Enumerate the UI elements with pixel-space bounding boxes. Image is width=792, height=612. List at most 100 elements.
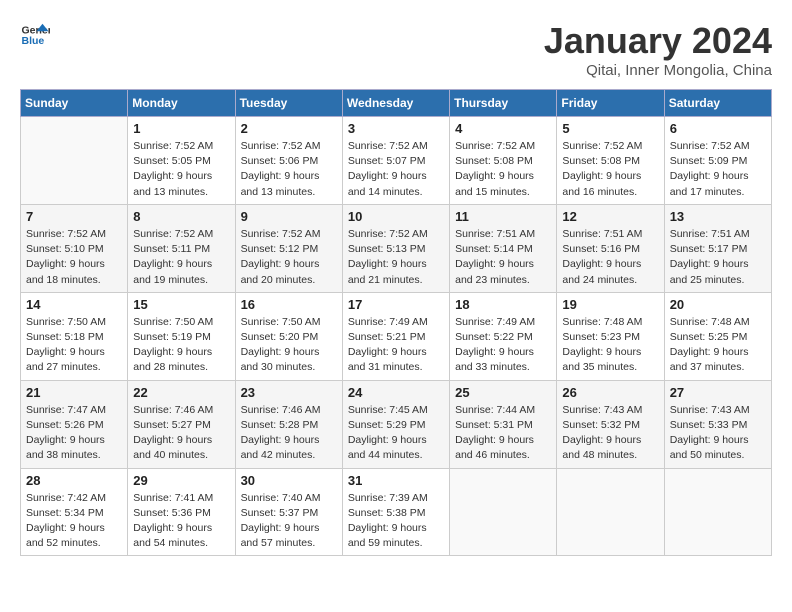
day-info: Sunrise: 7:52 AMSunset: 5:10 PMDaylight:… xyxy=(26,227,122,288)
day-number: 12 xyxy=(562,209,658,224)
calendar-cell xyxy=(450,468,557,556)
day-number: 26 xyxy=(562,385,658,400)
day-info: Sunrise: 7:50 AMSunset: 5:19 PMDaylight:… xyxy=(133,315,229,376)
day-info: Sunrise: 7:50 AMSunset: 5:18 PMDaylight:… xyxy=(26,315,122,376)
calendar-cell: 30 Sunrise: 7:40 AMSunset: 5:37 PMDayligh… xyxy=(235,468,342,556)
month-title: January 2024 xyxy=(544,20,772,62)
day-number: 4 xyxy=(455,121,551,136)
day-header-friday: Friday xyxy=(557,90,664,117)
day-header-sunday: Sunday xyxy=(21,90,128,117)
week-row-5: 28 Sunrise: 7:42 AMSunset: 5:34 PMDayligh… xyxy=(21,468,772,556)
day-info: Sunrise: 7:46 AMSunset: 5:28 PMDaylight:… xyxy=(241,403,337,464)
day-number: 20 xyxy=(670,297,766,312)
day-number: 3 xyxy=(348,121,444,136)
day-number: 2 xyxy=(241,121,337,136)
calendar-header-row: SundayMondayTuesdayWednesdayThursdayFrid… xyxy=(21,90,772,117)
calendar-cell: 18 Sunrise: 7:49 AMSunset: 5:22 PMDayligh… xyxy=(450,292,557,380)
day-number: 8 xyxy=(133,209,229,224)
day-number: 28 xyxy=(26,473,122,488)
week-row-4: 21Sunrise: 7:47 AMSunset: 5:26 PMDayligh… xyxy=(21,380,772,468)
day-info: Sunrise: 7:52 AMSunset: 5:07 PMDaylight:… xyxy=(348,139,444,200)
day-number: 14 xyxy=(26,297,122,312)
day-number: 18 xyxy=(455,297,551,312)
day-number: 30 xyxy=(241,473,337,488)
calendar-cell: 24Sunrise: 7:45 AMSunset: 5:29 PMDayligh… xyxy=(342,380,449,468)
calendar-cell: 4Sunrise: 7:52 AMSunset: 5:08 PMDaylight… xyxy=(450,117,557,205)
day-info: Sunrise: 7:45 AMSunset: 5:29 PMDaylight:… xyxy=(348,403,444,464)
day-info: Sunrise: 7:39 AMSunset: 5:38 PMDaylight:… xyxy=(348,491,444,552)
day-number: 16 xyxy=(241,297,337,312)
header: General Blue January 2024 Qitai, Inner M… xyxy=(20,20,772,79)
calendar-cell: 3 Sunrise: 7:52 AMSunset: 5:07 PMDaylight… xyxy=(342,117,449,205)
calendar-cell: 12 Sunrise: 7:51 AMSunset: 5:16 PMDayligh… xyxy=(557,204,664,292)
day-info: Sunrise: 7:50 AMSunset: 5:20 PMDaylight:… xyxy=(241,315,337,376)
day-info: Sunrise: 7:42 AMSunset: 5:34 PMDaylight:… xyxy=(26,491,122,552)
calendar-cell: 7Sunrise: 7:52 AMSunset: 5:10 PMDaylight… xyxy=(21,204,128,292)
calendar-cell: 2Sunrise: 7:52 AMSunset: 5:06 PMDaylight… xyxy=(235,117,342,205)
week-row-2: 7Sunrise: 7:52 AMSunset: 5:10 PMDaylight… xyxy=(21,204,772,292)
calendar-cell xyxy=(557,468,664,556)
day-number: 1 xyxy=(133,121,229,136)
calendar-cell: 20Sunrise: 7:48 AMSunset: 5:25 PMDayligh… xyxy=(664,292,771,380)
calendar-cell: 6 Sunrise: 7:52 AMSunset: 5:09 PMDaylight… xyxy=(664,117,771,205)
day-number: 19 xyxy=(562,297,658,312)
calendar-cell: 9 Sunrise: 7:52 AMSunset: 5:12 PMDaylight… xyxy=(235,204,342,292)
calendar-cell: 22 Sunrise: 7:46 AMSunset: 5:27 PMDayligh… xyxy=(128,380,235,468)
day-number: 11 xyxy=(455,209,551,224)
calendar-cell: 26 Sunrise: 7:43 AMSunset: 5:32 PMDayligh… xyxy=(557,380,664,468)
day-number: 5 xyxy=(562,121,658,136)
day-header-thursday: Thursday xyxy=(450,90,557,117)
day-info: Sunrise: 7:43 AMSunset: 5:32 PMDaylight:… xyxy=(562,403,658,464)
day-number: 27 xyxy=(670,385,766,400)
calendar-cell: 17Sunrise: 7:49 AMSunset: 5:21 PMDayligh… xyxy=(342,292,449,380)
calendar-cell: 16 Sunrise: 7:50 AMSunset: 5:20 PMDayligh… xyxy=(235,292,342,380)
calendar-cell: 28 Sunrise: 7:42 AMSunset: 5:34 PMDayligh… xyxy=(21,468,128,556)
title-area: January 2024 Qitai, Inner Mongolia, Chin… xyxy=(544,20,772,79)
day-info: Sunrise: 7:51 AMSunset: 5:16 PMDaylight:… xyxy=(562,227,658,288)
day-number: 25 xyxy=(455,385,551,400)
calendar-cell xyxy=(21,117,128,205)
day-info: Sunrise: 7:41 AMSunset: 5:36 PMDaylight:… xyxy=(133,491,229,552)
day-header-wednesday: Wednesday xyxy=(342,90,449,117)
day-number: 13 xyxy=(670,209,766,224)
calendar-cell: 5Sunrise: 7:52 AMSunset: 5:08 PMDaylight… xyxy=(557,117,664,205)
day-info: Sunrise: 7:43 AMSunset: 5:33 PMDaylight:… xyxy=(670,403,766,464)
day-info: Sunrise: 7:48 AMSunset: 5:23 PMDaylight:… xyxy=(562,315,658,376)
day-number: 23 xyxy=(241,385,337,400)
day-number: 6 xyxy=(670,121,766,136)
day-number: 31 xyxy=(348,473,444,488)
day-number: 22 xyxy=(133,385,229,400)
calendar-cell: 31 Sunrise: 7:39 AMSunset: 5:38 PMDayligh… xyxy=(342,468,449,556)
day-number: 29 xyxy=(133,473,229,488)
calendar-cell: 21Sunrise: 7:47 AMSunset: 5:26 PMDayligh… xyxy=(21,380,128,468)
day-number: 9 xyxy=(241,209,337,224)
day-info: Sunrise: 7:52 AMSunset: 5:12 PMDaylight:… xyxy=(241,227,337,288)
calendar-cell: 10 Sunrise: 7:52 AMSunset: 5:13 PMDayligh… xyxy=(342,204,449,292)
day-info: Sunrise: 7:51 AMSunset: 5:14 PMDaylight:… xyxy=(455,227,551,288)
calendar-cell: 15 Sunrise: 7:50 AMSunset: 5:19 PMDayligh… xyxy=(128,292,235,380)
calendar-cell: 1 Sunrise: 7:52 AMSunset: 5:05 PMDaylight… xyxy=(128,117,235,205)
day-header-monday: Monday xyxy=(128,90,235,117)
calendar-cell: 25 Sunrise: 7:44 AMSunset: 5:31 PMDayligh… xyxy=(450,380,557,468)
day-info: Sunrise: 7:46 AMSunset: 5:27 PMDaylight:… xyxy=(133,403,229,464)
day-info: Sunrise: 7:40 AMSunset: 5:37 PMDaylight:… xyxy=(241,491,337,552)
day-info: Sunrise: 7:44 AMSunset: 5:31 PMDaylight:… xyxy=(455,403,551,464)
calendar-cell: 27 Sunrise: 7:43 AMSunset: 5:33 PMDayligh… xyxy=(664,380,771,468)
calendar-cell: 11 Sunrise: 7:51 AMSunset: 5:14 PMDayligh… xyxy=(450,204,557,292)
day-info: Sunrise: 7:52 AMSunset: 5:09 PMDaylight:… xyxy=(670,139,766,200)
day-info: Sunrise: 7:49 AMSunset: 5:22 PMDaylight:… xyxy=(455,315,551,376)
day-info: Sunrise: 7:52 AMSunset: 5:13 PMDaylight:… xyxy=(348,227,444,288)
calendar-body: 1 Sunrise: 7:52 AMSunset: 5:05 PMDaylight… xyxy=(21,117,772,556)
logo: General Blue xyxy=(20,20,50,50)
day-info: Sunrise: 7:52 AMSunset: 5:11 PMDaylight:… xyxy=(133,227,229,288)
day-number: 17 xyxy=(348,297,444,312)
logo-icon: General Blue xyxy=(20,20,50,50)
day-number: 10 xyxy=(348,209,444,224)
calendar-cell: 14 Sunrise: 7:50 AMSunset: 5:18 PMDayligh… xyxy=(21,292,128,380)
day-info: Sunrise: 7:52 AMSunset: 5:05 PMDaylight:… xyxy=(133,139,229,200)
location-subtitle: Qitai, Inner Mongolia, China xyxy=(544,62,772,79)
day-info: Sunrise: 7:47 AMSunset: 5:26 PMDaylight:… xyxy=(26,403,122,464)
calendar-cell: 13Sunrise: 7:51 AMSunset: 5:17 PMDayligh… xyxy=(664,204,771,292)
week-row-1: 1 Sunrise: 7:52 AMSunset: 5:05 PMDaylight… xyxy=(21,117,772,205)
day-number: 15 xyxy=(133,297,229,312)
